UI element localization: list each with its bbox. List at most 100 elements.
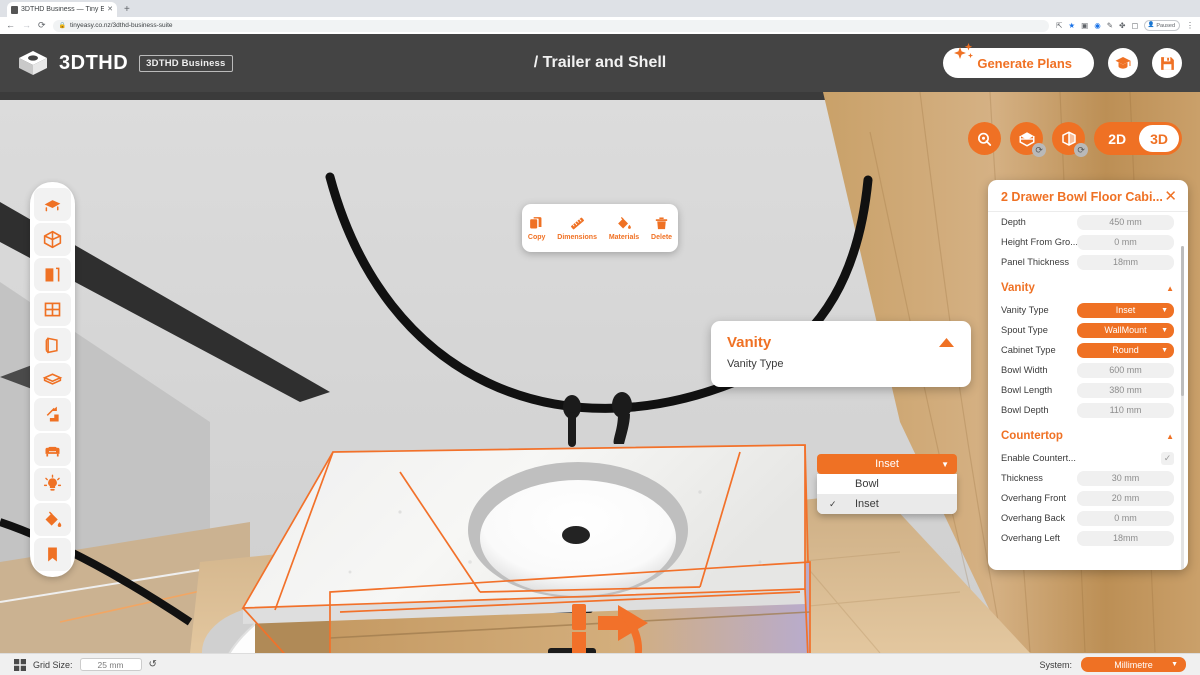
- paint-bucket-icon: [45, 511, 62, 527]
- row-overhang-front: Overhang Front 20 mm: [1001, 488, 1174, 508]
- materials-action[interactable]: Materials: [609, 215, 639, 241]
- status-bar-right: System: Millimetre ▼: [1039, 657, 1186, 672]
- section-header-vanity[interactable]: Vanity ▲: [1001, 276, 1174, 300]
- camera-icon[interactable]: ▣: [1081, 22, 1088, 30]
- brand-badge: 3DTHD Business: [139, 54, 233, 72]
- copy-action[interactable]: Copy: [528, 215, 545, 241]
- enable-countertop-checkbox[interactable]: ✓: [1161, 451, 1174, 465]
- collapse-caret-up-icon[interactable]: [938, 337, 955, 348]
- vanity-type-selected-value: Inset: [875, 458, 899, 470]
- delete-action[interactable]: Delete: [651, 215, 672, 241]
- row-value-field[interactable]: 110 mm: [1077, 402, 1174, 418]
- back-icon[interactable]: ←: [6, 21, 15, 30]
- shell-tool-button[interactable]: [34, 223, 71, 256]
- omnibox-url: tinyeasy.co.nz/3dthd-business-suite: [70, 22, 173, 29]
- floor-tool-button[interactable]: [34, 363, 71, 396]
- row-value-field[interactable]: 0 mm: [1077, 234, 1174, 250]
- collapse-caret-up-icon[interactable]: ▲: [1166, 284, 1174, 293]
- extension-blue-icon[interactable]: ◉: [1094, 22, 1101, 30]
- door-tool-button[interactable]: [34, 258, 71, 291]
- perspective-view-button[interactable]: ⟳: [1052, 122, 1089, 157]
- section-header-countertop[interactable]: Countertop ▲: [1001, 424, 1174, 448]
- generate-plans-button[interactable]: Generate Plans: [943, 43, 1094, 78]
- row-value-field[interactable]: 20 mm: [1077, 490, 1174, 506]
- lighting-tool-button[interactable]: [34, 468, 71, 501]
- vanity-type-select[interactable]: Inset ▼ Bowl ✓ Inset: [817, 454, 957, 514]
- floor-slab-icon: [42, 373, 63, 385]
- generate-plans-label: Generate Plans: [977, 55, 1072, 71]
- section-title: Vanity: [1001, 282, 1035, 294]
- share-icon[interactable]: ⇱: [1056, 22, 1062, 30]
- grid-size-input[interactable]: 25 mm: [79, 658, 142, 671]
- viewport-3d[interactable]: Copy Dimensions Materials Delete ⟳ ⟳ 2D …: [0, 92, 1200, 653]
- extensions-puzzle-icon[interactable]: ✤: [1119, 22, 1125, 30]
- vanity-type-select-trigger[interactable]: Inset ▼: [817, 454, 957, 474]
- row-value-field[interactable]: 0 mm: [1077, 510, 1174, 526]
- save-button[interactable]: [1152, 48, 1182, 78]
- row-label: Overhang Front: [1001, 493, 1067, 503]
- sidepanel-icon[interactable]: ▢: [1131, 22, 1138, 30]
- learn-button[interactable]: [1108, 48, 1138, 78]
- materials-tool-button[interactable]: [34, 503, 71, 536]
- row-value-field[interactable]: 600 mm: [1077, 362, 1174, 378]
- row-select[interactable]: Inset ▼: [1077, 302, 1174, 318]
- window-tool-button[interactable]: [34, 293, 71, 326]
- vanity-popup-header[interactable]: Vanity: [711, 321, 971, 351]
- new-tab-button[interactable]: +: [124, 5, 130, 17]
- browser-menu-icon[interactable]: ⋮: [1186, 21, 1194, 30]
- vanity-type-option-list: Bowl ✓ Inset: [817, 474, 957, 514]
- close-icon[interactable]: ✕: [1164, 189, 1177, 204]
- omnibox[interactable]: 🔒 tinyeasy.co.nz/3dthd-business-suite: [52, 19, 1050, 32]
- context-toolbar: Copy Dimensions Materials Delete: [522, 204, 678, 252]
- row-label: Cabinet Type: [1001, 345, 1056, 355]
- trailer-tool-button[interactable]: [34, 188, 71, 221]
- row-label: Panel Thickness: [1001, 257, 1070, 267]
- dimension-toggle[interactable]: 2D 3D: [1094, 122, 1182, 155]
- row-value-field[interactable]: 18mm: [1077, 530, 1174, 546]
- row-value-field[interactable]: 380 mm: [1077, 382, 1174, 398]
- bookmark-tool-button[interactable]: [34, 538, 71, 571]
- wall-tool-button[interactable]: [34, 328, 71, 361]
- reset-icon[interactable]: ↺: [149, 659, 157, 670]
- row-value-field[interactable]: 30 mm: [1077, 470, 1174, 486]
- panel-scrollbar-thumb[interactable]: [1181, 246, 1184, 396]
- vanity-popup-title: Vanity: [727, 334, 772, 351]
- profile-paused-badge[interactable]: 👤 Paused: [1144, 20, 1180, 31]
- toggle-3d-option[interactable]: 3D: [1139, 125, 1179, 152]
- row-value-field[interactable]: 18mm: [1077, 254, 1174, 270]
- dimensions-action[interactable]: Dimensions: [557, 215, 597, 241]
- vanity-type-option-bowl[interactable]: Bowl: [817, 474, 957, 494]
- row-select[interactable]: WallMount ▼: [1077, 322, 1174, 338]
- measure-button[interactable]: [968, 122, 1002, 155]
- unit-system-select[interactable]: Millimetre ▼: [1081, 657, 1186, 672]
- chevron-down-icon: ▼: [1161, 306, 1168, 314]
- brand[interactable]: 3DTHD 3DTHD Business: [18, 50, 233, 76]
- window-icon: [44, 302, 61, 317]
- row-label: Bowl Length: [1001, 385, 1053, 395]
- row-label: Overhang Left: [1001, 533, 1060, 543]
- toggle-2d-option[interactable]: 2D: [1097, 125, 1137, 152]
- row-select[interactable]: Round ▼: [1077, 342, 1174, 358]
- bookmark-star-icon[interactable]: ★: [1068, 22, 1075, 30]
- properties-panel: 2 Drawer Bowl Floor Cabi... ✕ Depth 450 …: [988, 180, 1188, 570]
- furniture-tool-button[interactable]: [34, 433, 71, 466]
- browser-tab[interactable]: 3DTHD Business — Tiny Easy - T ✕: [7, 2, 117, 17]
- reload-icon[interactable]: ⟳: [38, 21, 46, 30]
- view-controls: ⟳ ⟳ 2D 3D: [968, 122, 1182, 157]
- section-view-button[interactable]: ⟳: [1010, 122, 1047, 157]
- collapse-caret-up-icon[interactable]: ▲: [1166, 432, 1174, 441]
- stairs-tool-button[interactable]: [34, 398, 71, 431]
- vanity-type-option-inset[interactable]: ✓ Inset: [817, 494, 957, 514]
- row-value-field[interactable]: 450 mm: [1077, 214, 1174, 230]
- trailer-icon: [44, 200, 61, 212]
- row-panel-thickness: Panel Thickness 18mm: [1001, 252, 1174, 272]
- tab-close-icon[interactable]: ✕: [107, 6, 113, 13]
- sparkles-icon: [954, 43, 974, 59]
- option-label: Bowl: [855, 478, 879, 490]
- row-label: Spout Type: [1001, 325, 1048, 335]
- browser-toolbar: ← → ⟳ 🔒 tinyeasy.co.nz/3dthd-business-su…: [0, 17, 1200, 34]
- graduation-cap-icon: [1115, 57, 1131, 69]
- pen-icon[interactable]: ✎: [1107, 22, 1113, 30]
- select-value: Round: [1112, 345, 1139, 355]
- properties-panel-body[interactable]: Depth 450 mm Height From Gro... 0 mm Pan…: [988, 211, 1188, 570]
